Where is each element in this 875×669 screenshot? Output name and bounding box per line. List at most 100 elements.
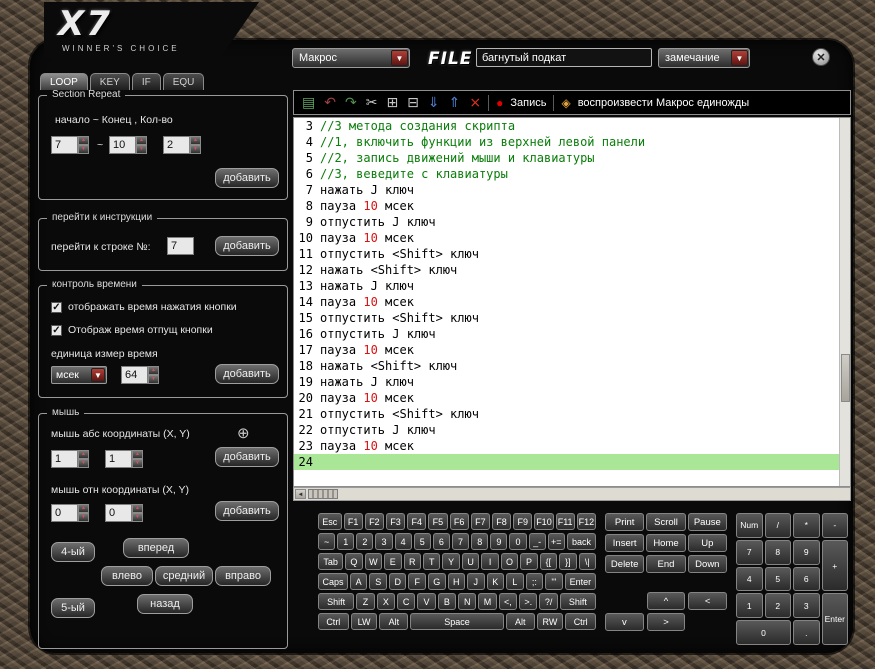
key-num[interactable]: Num xyxy=(736,513,763,538)
key-f4[interactable]: F4 xyxy=(407,513,427,530)
key-v[interactable]: v xyxy=(605,613,644,631)
loop-start-input[interactable] xyxy=(51,136,78,154)
mouse-middle-button[interactable]: средний xyxy=(155,566,213,586)
checkbox-check-icon[interactable]: ✓ xyxy=(51,301,62,313)
editor-line[interactable]: 16 отпустить J ключ xyxy=(294,326,850,342)
key-p[interactable]: P xyxy=(520,553,538,570)
key-r[interactable]: R xyxy=(403,553,421,570)
show-release-time-checkbox[interactable]: ✓ Отображ время отпущ кнопки xyxy=(51,324,213,336)
add-rel-button[interactable]: добавить xyxy=(215,501,279,521)
loop-end-spinner[interactable]: ▲▼ xyxy=(109,136,147,154)
key-enter[interactable]: Enter xyxy=(821,593,848,645)
key-f[interactable]: F xyxy=(408,573,426,590)
key-2[interactable]: 2 xyxy=(764,593,791,619)
add-loop-button[interactable]: добавить xyxy=(215,168,279,188)
mouse-right-button[interactable]: вправо xyxy=(215,566,271,586)
mouse-back-button[interactable]: назад xyxy=(137,594,193,614)
editor-line[interactable]: 17 пауза 10 мсек xyxy=(294,342,850,358)
key-k[interactable]: K xyxy=(486,573,505,590)
key-y[interactable]: Y xyxy=(442,553,460,570)
key-3[interactable]: 3 xyxy=(375,533,393,550)
spin-up-icon[interactable]: ▲ xyxy=(78,450,89,459)
editor-line[interactable]: 20 пауза 10 мсек xyxy=(294,390,850,406)
rel-y-spinner[interactable]: ▲▼ xyxy=(105,504,143,522)
key-sym[interactable]: < xyxy=(688,592,727,610)
key-ctrl[interactable]: Ctrl xyxy=(318,613,349,630)
key-f5[interactable]: F5 xyxy=(428,513,448,530)
macro-dropdown[interactable]: Макрос ▼ xyxy=(292,48,410,68)
chevron-down-icon[interactable]: ▼ xyxy=(391,50,408,66)
play-once-icon[interactable]: ◈ xyxy=(561,96,570,110)
key-q[interactable]: Q xyxy=(345,553,363,570)
key-5[interactable]: 5 xyxy=(764,566,791,592)
key-e[interactable]: E xyxy=(384,553,402,570)
key-f1[interactable]: F1 xyxy=(343,513,363,530)
key-sym[interactable]: . xyxy=(793,620,820,645)
key-j[interactable]: J xyxy=(467,573,485,590)
editor-line[interactable]: 12 нажать <Shift> ключ xyxy=(294,262,850,278)
spin-down-icon[interactable]: ▼ xyxy=(78,459,89,468)
key-w[interactable]: W xyxy=(364,553,383,570)
abs-x-spinner[interactable]: ▲▼ xyxy=(51,450,89,468)
key-back[interactable]: back xyxy=(566,533,597,550)
key-h[interactable]: H xyxy=(447,573,466,590)
tab-equ[interactable]: EQU xyxy=(162,73,205,90)
record-label[interactable]: Запись xyxy=(510,97,546,109)
loop-end-input[interactable] xyxy=(109,136,136,154)
key-sym[interactable]: >. xyxy=(519,593,538,610)
rel-x-spinner[interactable]: ▲▼ xyxy=(51,504,89,522)
editor-line[interactable]: 11 отпустить <Shift> ключ xyxy=(294,246,850,262)
key-ctrl[interactable]: Ctrl xyxy=(565,613,597,630)
time-value-input[interactable] xyxy=(121,366,148,384)
copy-icon[interactable]: ⊞ xyxy=(386,96,398,110)
key-scroll[interactable]: Scroll xyxy=(646,513,686,531)
export-icon[interactable]: ⇑ xyxy=(449,96,461,110)
key-sym[interactable]: / xyxy=(764,513,791,538)
key-pause[interactable]: Pause xyxy=(687,513,727,531)
close-button[interactable]: ✕ xyxy=(812,48,830,66)
key-sym[interactable]: \| xyxy=(578,553,597,570)
key-sym[interactable]: ;: xyxy=(525,573,544,590)
spin-up-icon[interactable]: ▲ xyxy=(78,504,89,513)
key-alt[interactable]: Alt xyxy=(379,613,409,630)
add-time-button[interactable]: добавить xyxy=(215,364,279,384)
key-1[interactable]: 1 xyxy=(337,533,355,550)
key-f11[interactable]: F11 xyxy=(555,513,575,530)
editor-line[interactable]: 10 пауза 10 мсек xyxy=(294,230,850,246)
rel-x-input[interactable] xyxy=(51,504,78,522)
key-end[interactable]: End xyxy=(646,555,686,573)
key-t[interactable]: T xyxy=(422,553,441,570)
key-f8[interactable]: F8 xyxy=(491,513,512,530)
chevron-down-icon[interactable]: ▼ xyxy=(91,368,105,382)
key-alt[interactable]: Alt xyxy=(505,613,535,630)
key-m[interactable]: M xyxy=(478,593,497,610)
editor-line[interactable]: 24 xyxy=(294,454,850,470)
abs-y-input[interactable] xyxy=(105,450,132,468)
mouse-button-5[interactable]: 5-ый xyxy=(51,598,95,618)
checkbox-check-icon[interactable]: ✓ xyxy=(51,324,62,336)
editor-line[interactable]: 3 //3 метода создания скрипта xyxy=(294,118,850,134)
editor-line[interactable]: 7 нажать J ключ xyxy=(294,182,850,198)
key-sym[interactable]: += xyxy=(547,533,565,550)
spin-down-icon[interactable]: ▼ xyxy=(78,145,89,154)
key-c[interactable]: C xyxy=(397,593,416,610)
spin-up-icon[interactable]: ▲ xyxy=(148,366,159,375)
loop-start-spinner[interactable]: ▲▼ xyxy=(51,136,89,154)
key-1[interactable]: 1 xyxy=(736,593,763,619)
key-sym[interactable]: }] xyxy=(559,553,577,570)
key-7[interactable]: 7 xyxy=(736,539,763,565)
macro-script-editor[interactable]: 3 //3 метода создания скрипта 4 //1, включи… xyxy=(293,117,851,487)
show-press-time-checkbox[interactable]: ✓ отображать время нажатия кнопки xyxy=(51,301,237,313)
key-f12[interactable]: F12 xyxy=(576,513,596,530)
mouse-left-button[interactable]: влево xyxy=(101,566,153,586)
spin-up-icon[interactable]: ▲ xyxy=(190,136,201,145)
key-g[interactable]: G xyxy=(427,573,446,590)
editor-line[interactable]: 8 пауза 10 мсек xyxy=(294,198,850,214)
delete-icon[interactable]: × xyxy=(469,96,481,110)
paste-icon[interactable]: ⊟ xyxy=(407,96,419,110)
editor-line[interactable]: 4 //1, включить функции из верхней левой … xyxy=(294,134,850,150)
loop-count-spinner[interactable]: ▲▼ xyxy=(163,136,201,154)
key-up[interactable]: Up xyxy=(687,534,727,552)
tab-key[interactable]: KEY xyxy=(89,73,130,90)
play-once-label[interactable]: воспроизвести Макрос единожды xyxy=(578,97,750,109)
